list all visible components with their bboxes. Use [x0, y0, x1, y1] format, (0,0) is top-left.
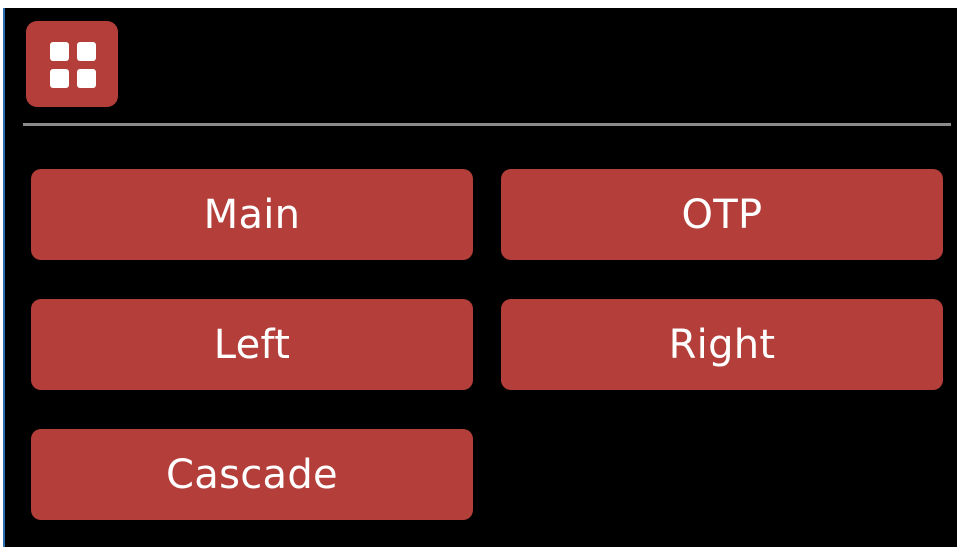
control-panel: Main OTP Left Right Cascade [3, 8, 957, 547]
left-button[interactable]: Left [31, 299, 473, 390]
right-button[interactable]: Right [501, 299, 943, 390]
grid-icon [50, 42, 96, 88]
grid-icon-square [77, 69, 96, 88]
grid-icon-square [77, 42, 96, 61]
menu-button[interactable] [26, 21, 118, 107]
main-button[interactable]: Main [31, 169, 473, 260]
grid-icon-square [50, 42, 69, 61]
header-divider [23, 123, 951, 126]
cascade-button[interactable]: Cascade [31, 429, 473, 520]
grid-icon-square [50, 69, 69, 88]
otp-button[interactable]: OTP [501, 169, 943, 260]
